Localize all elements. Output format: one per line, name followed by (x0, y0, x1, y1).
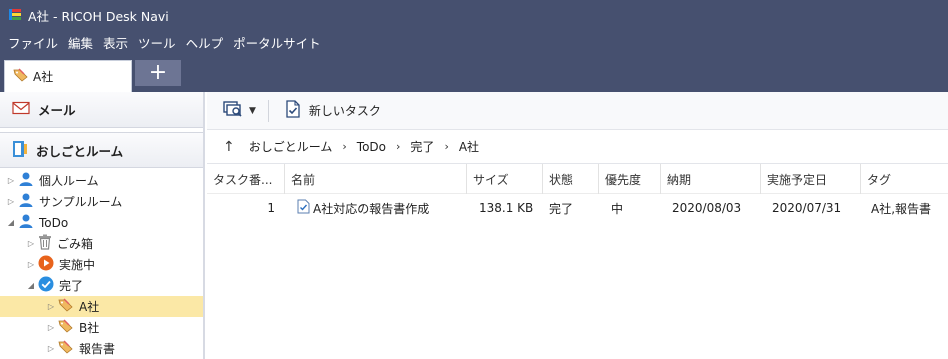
work-room-section[interactable]: おしごとルーム (0, 132, 203, 168)
view-icon (223, 100, 243, 121)
tab-bar: A社 + (0, 54, 948, 92)
person-icon (18, 192, 34, 211)
cell-tags: A社,報告書 (871, 201, 932, 216)
menu-bar: ファイル 編集 表示 ツール ヘルプ ポータルサイト (0, 30, 948, 54)
main-content: ▼ 新しいタスク ↑ おしごとルーム › ToDo › 完了 › A社 タスク番… (207, 92, 948, 359)
tree-item-b-company[interactable]: ▷ B社 (0, 317, 203, 338)
tree-item-todo[interactable]: ◢ ToDo (0, 212, 203, 233)
new-task-button[interactable]: 新しいタスク (285, 100, 381, 121)
cell-planned-date: 2020/07/31 (772, 201, 842, 215)
menu-edit[interactable]: 編集 (68, 33, 93, 52)
expand-icon[interactable]: ▷ (46, 323, 56, 332)
trash-icon (38, 234, 52, 253)
expand-icon[interactable]: ▷ (6, 176, 16, 185)
chevron-right-icon: › (396, 140, 401, 153)
mail-icon (12, 101, 30, 118)
tree-item-personal-room[interactable]: ▷ 個人ルーム (0, 170, 203, 191)
check-circle-icon (38, 276, 54, 295)
mail-section[interactable]: メール (0, 92, 203, 128)
breadcrumb-item-work-room[interactable]: おしごとルーム (249, 138, 333, 155)
chevron-right-icon: › (342, 140, 347, 153)
task-name: A社対応の報告書作成 (313, 201, 430, 216)
tree-label: A社 (79, 300, 100, 314)
column-header-tags[interactable]: タグ (861, 164, 948, 194)
column-header-name[interactable]: 名前 (285, 164, 467, 194)
work-room-label: おしごとルーム (36, 143, 124, 159)
person-icon (18, 171, 34, 190)
expand-icon[interactable]: ▷ (46, 344, 56, 353)
toolbar-divider (267, 99, 269, 122)
cell-size: 138.1 KB (479, 201, 534, 215)
menu-file[interactable]: ファイル (8, 33, 58, 52)
expand-icon[interactable]: ▷ (26, 260, 36, 269)
add-tab-button[interactable]: + (135, 60, 181, 86)
column-header-planned-date[interactable]: 実施予定日 (761, 164, 861, 194)
table-row[interactable]: 1 A社対応の報告書作成 138.1 KB 完了 中 2020/08/03 20… (207, 194, 948, 222)
chevron-down-icon: ▼ (249, 105, 256, 116)
expand-icon[interactable]: ▷ (46, 302, 56, 311)
view-toggle-button[interactable]: ▼ (223, 100, 256, 121)
collapse-icon[interactable]: ◢ (26, 281, 36, 290)
tree-item-trash[interactable]: ▷ ごみ箱 (0, 233, 203, 254)
tag-icon (58, 298, 74, 315)
column-header-due-date[interactable]: 納期 (661, 164, 761, 194)
tree-item-sample-room[interactable]: ▷ サンプルルーム (0, 191, 203, 212)
task-icon (297, 199, 310, 217)
menu-tools[interactable]: ツール (138, 33, 176, 52)
tree-item-a-company[interactable]: ▷ A社 (0, 296, 203, 317)
breadcrumb-item-a-company[interactable]: A社 (459, 138, 479, 155)
new-task-label: 新しいタスク (308, 104, 381, 118)
tree-item-in-progress[interactable]: ▷ 実施中 (0, 254, 203, 275)
app-logo-icon (8, 8, 22, 22)
toolbar: ▼ 新しいタスク (207, 92, 948, 130)
person-icon (18, 213, 34, 232)
collapse-icon[interactable]: ◢ (6, 218, 16, 227)
column-header-task-number[interactable]: タスク番... (207, 164, 285, 194)
cell-task-number: 1 (267, 201, 275, 215)
tree-label: ごみ箱 (57, 237, 94, 251)
tree-label: 完了 (59, 279, 84, 293)
tag-icon (13, 68, 29, 85)
column-header-size[interactable]: サイズ (467, 164, 543, 194)
mail-label: メール (38, 103, 76, 118)
menu-view[interactable]: 表示 (103, 33, 128, 52)
chevron-right-icon: › (444, 140, 449, 153)
tag-icon (58, 340, 74, 357)
tree-item-report[interactable]: ▷ 報告書 (0, 338, 203, 359)
title-bar: A社 - RICOH Desk Navi (0, 0, 948, 30)
sidebar: メール おしごとルーム ▷ 個人ルーム ▷ サンプルルーム ◢ ToDo ▷ ご… (0, 92, 205, 359)
column-header-status[interactable]: 状態 (543, 164, 599, 194)
cell-due-date: 2020/08/03 (672, 201, 742, 215)
breadcrumb-item-todo[interactable]: ToDo (357, 140, 386, 154)
expand-icon[interactable]: ▷ (6, 197, 16, 206)
tree-label: 個人ルーム (39, 174, 99, 188)
menu-help[interactable]: ヘルプ (186, 33, 224, 52)
tree-label: B社 (79, 321, 100, 335)
cell-status: 完了 (549, 201, 574, 216)
tree-label: 報告書 (79, 342, 116, 356)
tree-item-done[interactable]: ◢ 完了 (0, 275, 203, 296)
table-header: タスク番... 名前 サイズ 状態 優先度 納期 実施予定日 タグ (207, 164, 948, 194)
folder-tree: ▷ 個人ルーム ▷ サンプルルーム ◢ ToDo ▷ ごみ箱 ▷ 実施中 ◢ 完… (0, 168, 203, 359)
tree-label: 実施中 (59, 258, 96, 272)
breadcrumb-item-done[interactable]: 完了 (410, 138, 434, 155)
cell-priority: 中 (611, 201, 624, 216)
new-task-icon (285, 100, 301, 121)
window-title: A社 - RICOH Desk Navi (28, 8, 169, 24)
arrow-up-icon[interactable]: ↑ (223, 139, 235, 155)
expand-icon[interactable]: ▷ (26, 239, 36, 248)
tree-label: ToDo (39, 215, 69, 230)
tree-label: サンプルルーム (39, 195, 123, 209)
column-header-priority[interactable]: 優先度 (599, 164, 661, 194)
tag-icon (58, 319, 74, 336)
cell-name: A社対応の報告書作成 (291, 194, 467, 222)
tab-label: A社 (33, 70, 54, 84)
play-icon (38, 255, 54, 274)
breadcrumb: ↑ おしごとルーム › ToDo › 完了 › A社 (207, 130, 948, 164)
menu-portal-site[interactable]: ポータルサイト (233, 33, 321, 52)
tab-a-company[interactable]: A社 (4, 60, 132, 92)
room-icon (12, 140, 28, 161)
